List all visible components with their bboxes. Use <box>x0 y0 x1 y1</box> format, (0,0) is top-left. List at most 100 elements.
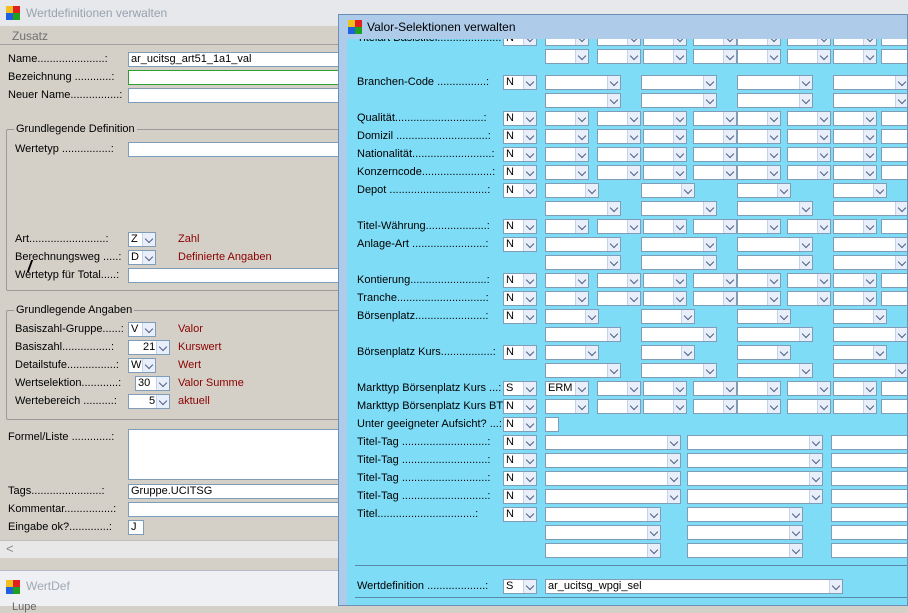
value-select[interactable] <box>687 543 803 558</box>
value-select[interactable] <box>881 49 907 64</box>
chevron-down-icon[interactable] <box>723 382 736 395</box>
value-select[interactable] <box>597 49 641 64</box>
row-mode-select[interactable]: N <box>503 165 537 180</box>
chevron-down-icon[interactable] <box>863 130 876 143</box>
chevron-down-icon[interactable] <box>703 328 716 341</box>
value-select[interactable] <box>545 525 661 540</box>
chevron-down-icon[interactable] <box>799 364 812 377</box>
row-mode-select[interactable]: N <box>503 345 537 360</box>
value-select[interactable] <box>693 147 737 162</box>
chevron-down-icon[interactable] <box>895 364 907 377</box>
chevron-down-icon[interactable] <box>523 436 536 449</box>
chevron-down-icon[interactable] <box>723 166 736 179</box>
chevron-down-icon[interactable] <box>627 39 640 45</box>
value-select[interactable] <box>833 291 877 306</box>
chevron-down-icon[interactable] <box>817 400 830 413</box>
value-select[interactable] <box>881 165 907 180</box>
chevron-down-icon[interactable] <box>703 364 716 377</box>
value-select[interactable] <box>687 489 823 504</box>
art-select[interactable]: Z <box>128 232 156 247</box>
chevron-down-icon[interactable] <box>627 220 640 233</box>
chevron-down-icon[interactable] <box>585 310 598 323</box>
chevron-down-icon[interactable] <box>703 238 716 251</box>
value-select[interactable] <box>831 471 907 486</box>
value-select[interactable] <box>641 93 717 108</box>
value-select[interactable] <box>545 93 621 108</box>
value-select[interactable] <box>737 219 781 234</box>
value-select[interactable] <box>833 39 877 46</box>
chevron-down-icon[interactable] <box>767 166 780 179</box>
value-select[interactable] <box>787 399 831 414</box>
value-select[interactable] <box>597 291 641 306</box>
wertselektion-select[interactable]: 30 <box>135 376 170 391</box>
row-mode-select[interactable]: N <box>503 507 537 522</box>
value-select[interactable] <box>833 255 907 270</box>
wertdef-window[interactable]: WertDef Lupe <box>0 570 338 613</box>
value-select[interactable] <box>881 39 907 46</box>
chevron-down-icon[interactable] <box>789 544 802 557</box>
row-mode-select[interactable]: N <box>503 471 537 486</box>
value-select[interactable] <box>545 165 589 180</box>
chevron-down-icon[interactable] <box>575 166 588 179</box>
horizontal-scrollbar[interactable]: < <box>0 540 338 558</box>
chevron-down-icon[interactable] <box>627 112 640 125</box>
chevron-down-icon[interactable] <box>523 220 536 233</box>
chevron-down-icon[interactable] <box>673 220 686 233</box>
value-select[interactable] <box>881 111 907 126</box>
chevron-down-icon[interactable] <box>817 50 830 63</box>
value-select[interactable] <box>833 183 887 198</box>
chevron-down-icon[interactable] <box>799 238 812 251</box>
wertebereich-select[interactable]: 5 <box>128 394 170 409</box>
value-select[interactable] <box>737 75 813 90</box>
menu-zusatz[interactable]: Zusatz <box>12 29 48 43</box>
value-select[interactable] <box>641 309 695 324</box>
chevron-down-icon[interactable] <box>817 148 830 161</box>
value-select[interactable] <box>833 309 887 324</box>
chevron-down-icon[interactable] <box>523 166 536 179</box>
chevron-down-icon[interactable] <box>673 274 686 287</box>
value-select[interactable] <box>545 75 621 90</box>
row-mode-select[interactable]: N <box>503 219 537 234</box>
chevron-down-icon[interactable] <box>723 50 736 63</box>
chevron-down-icon[interactable] <box>523 418 536 431</box>
chevron-down-icon[interactable] <box>817 292 830 305</box>
value-select[interactable] <box>641 201 717 216</box>
value-select[interactable] <box>833 219 877 234</box>
chevron-down-icon[interactable] <box>799 328 812 341</box>
value-select[interactable] <box>737 327 813 342</box>
chevron-down-icon[interactable] <box>585 346 598 359</box>
bezeichnung-field[interactable] <box>128 70 340 85</box>
value-select[interactable] <box>545 111 589 126</box>
value-select[interactable] <box>643 165 687 180</box>
chevron-down-icon[interactable] <box>607 238 620 251</box>
chevron-down-icon[interactable] <box>809 472 822 485</box>
chevron-down-icon[interactable] <box>627 400 640 413</box>
chevron-down-icon[interactable] <box>607 202 620 215</box>
chevron-down-icon[interactable] <box>767 148 780 161</box>
formel-field[interactable] <box>128 429 340 480</box>
chevron-down-icon[interactable] <box>585 184 598 197</box>
chevron-down-icon[interactable] <box>723 130 736 143</box>
value-select[interactable] <box>687 435 823 450</box>
value-select[interactable] <box>641 363 717 378</box>
value-select[interactable] <box>737 309 791 324</box>
row-mode-select[interactable]: N <box>503 237 537 252</box>
value-select[interactable] <box>545 453 681 468</box>
value-select[interactable] <box>643 273 687 288</box>
chevron-down-icon[interactable] <box>673 148 686 161</box>
chevron-down-icon[interactable] <box>523 112 536 125</box>
value-select[interactable] <box>737 93 813 108</box>
value-select[interactable] <box>597 39 641 46</box>
chevron-down-icon[interactable] <box>523 238 536 251</box>
chevron-down-icon[interactable] <box>723 39 736 45</box>
chevron-down-icon[interactable] <box>777 346 790 359</box>
chevron-down-icon[interactable] <box>681 310 694 323</box>
chevron-down-icon[interactable] <box>895 94 907 107</box>
value-select[interactable] <box>737 147 781 162</box>
row-mode-select[interactable]: N <box>503 111 537 126</box>
row-mode-select[interactable]: N <box>503 489 537 504</box>
chevron-down-icon[interactable] <box>607 94 620 107</box>
chevron-down-icon[interactable] <box>607 364 620 377</box>
chevron-down-icon[interactable] <box>767 39 780 45</box>
chevron-down-icon[interactable] <box>673 292 686 305</box>
